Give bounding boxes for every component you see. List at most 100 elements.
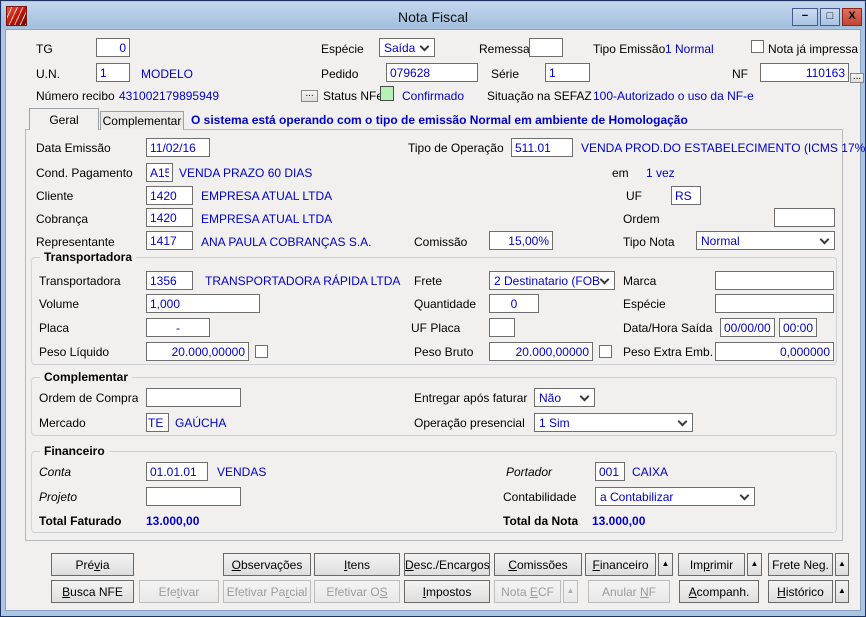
- peso-liquido-checkbox[interactable]: [255, 345, 268, 358]
- historico-button[interactable]: Histórico: [768, 580, 833, 603]
- tipo-operacao-label: Tipo de Operação: [408, 141, 504, 155]
- observacoes-button[interactable]: Observações: [223, 553, 311, 576]
- tab-geral[interactable]: Geral: [29, 108, 99, 130]
- tg-field[interactable]: [96, 38, 130, 57]
- desc-encargos-button[interactable]: Desc./Encargos: [404, 553, 490, 576]
- complementar-group-title: Complementar: [40, 370, 133, 384]
- anular-nf-button[interactable]: Anular NF: [588, 580, 670, 603]
- uf-placa-field[interactable]: [489, 318, 515, 337]
- representante-field[interactable]: [146, 231, 193, 250]
- status-nfe-more-button[interactable]: ...: [301, 89, 318, 102]
- projeto-field[interactable]: [146, 487, 241, 506]
- more-icon: ...: [852, 71, 862, 82]
- marca-field[interactable]: [715, 271, 834, 290]
- entregar-apos-faturar-combo[interactable]: Não: [534, 388, 595, 407]
- peso-bruto-field[interactable]: [489, 342, 593, 361]
- contabilidade-combo[interactable]: a Contabilizar: [595, 487, 755, 506]
- cond-pagamento-field[interactable]: [146, 163, 173, 182]
- nota-ja-impressa-checkbox[interactable]: [751, 40, 764, 53]
- title-bar: Nota Fiscal: [2, 2, 864, 28]
- sefaz-label: Situação na SEFAZ: [487, 89, 592, 103]
- tab-complementar[interactable]: Complementar: [100, 111, 184, 130]
- especie-transp-label: Espécie: [623, 297, 666, 311]
- nota-ecf-menu-button[interactable]: ▲: [563, 580, 578, 603]
- serie-label: Série: [491, 67, 520, 81]
- remessa-field[interactable]: [529, 38, 563, 57]
- imprimir-menu-button[interactable]: ▲: [747, 553, 762, 576]
- mercado-field[interactable]: [146, 413, 169, 432]
- ordem-field[interactable]: [774, 208, 835, 227]
- especie-value: Saída: [384, 41, 416, 55]
- comissao-label: Comissão: [414, 235, 468, 249]
- tipo-operacao-field[interactable]: [511, 138, 573, 157]
- nf-more-button[interactable]: ...: [850, 71, 864, 83]
- transportadora-field[interactable]: [146, 271, 193, 290]
- numero-recibo-label: Número recibo: [36, 89, 115, 103]
- comissao-field[interactable]: [489, 231, 553, 250]
- portador-field[interactable]: [595, 462, 625, 481]
- financeiro-button[interactable]: Financeiro: [585, 553, 656, 576]
- previa-button[interactable]: Prévia: [51, 553, 134, 576]
- cobranca-desc: EMPRESA ATUAL LTDA: [201, 212, 333, 226]
- minimize-button[interactable]: −: [792, 8, 818, 26]
- up-arrow-icon: ▲: [838, 586, 846, 595]
- quantidade-field[interactable]: [489, 294, 539, 313]
- frete-value: 2 Destinatario (FOB: [494, 274, 601, 288]
- un-desc: MODELO: [141, 67, 194, 81]
- conta-desc: VENDAS: [217, 465, 267, 479]
- conta-field[interactable]: [146, 462, 208, 481]
- data-saida-field[interactable]: [720, 318, 775, 337]
- data-hora-saida-label: Data/Hora Saída: [623, 321, 713, 335]
- volume-field[interactable]: [146, 294, 260, 313]
- cond-pagamento-desc: VENDA PRAZO 60 DIAS: [179, 166, 313, 180]
- especie-transp-field[interactable]: [715, 294, 834, 313]
- hora-saida-field[interactable]: [779, 318, 817, 337]
- parcelas-value: 1 vez: [646, 166, 675, 180]
- total-faturado-label: Total Faturado: [39, 514, 122, 528]
- efetivar-os-button[interactable]: Efetivar OS: [314, 580, 400, 603]
- uf-label: UF: [626, 189, 642, 203]
- pedido-field[interactable]: [386, 63, 478, 82]
- data-emissao-field[interactable]: [146, 138, 210, 157]
- peso-extra-field[interactable]: [715, 342, 834, 361]
- cliente-field[interactable]: [146, 186, 193, 205]
- efetivar-parcial-button[interactable]: Efetivar Parcial: [223, 580, 311, 603]
- tipo-nota-combo[interactable]: Normal: [696, 231, 835, 250]
- serie-field[interactable]: [545, 63, 590, 82]
- frete-neg-button[interactable]: Frete Neg.: [768, 553, 833, 576]
- volume-label: Volume: [39, 297, 80, 311]
- nota-ja-impressa-label: Nota já impressa: [768, 42, 859, 56]
- peso-bruto-checkbox[interactable]: [599, 345, 612, 358]
- peso-liquido-field[interactable]: [146, 342, 249, 361]
- transportadora-group-title: Transportadora: [40, 250, 137, 264]
- maximize-button[interactable]: □: [820, 8, 840, 26]
- frete-neg-menu-button[interactable]: ▲: [835, 553, 849, 576]
- peso-extra-label: Peso Extra Emb.: [623, 345, 714, 359]
- cobranca-label: Cobrança: [36, 212, 89, 226]
- efetivar-button[interactable]: Efetivar: [139, 580, 219, 603]
- itens-button[interactable]: Itens: [314, 553, 400, 576]
- cobranca-field[interactable]: [146, 208, 193, 227]
- numero-recibo-value: 431002179895949: [119, 89, 220, 103]
- busca-nfe-button[interactable]: Busca NFE: [51, 580, 134, 603]
- minimize-icon: −: [801, 10, 809, 22]
- acompanh-button[interactable]: Acompanh.: [679, 580, 759, 603]
- frete-combo[interactable]: 2 Destinatario (FOB: [489, 271, 615, 290]
- uf-field[interactable]: [671, 186, 701, 205]
- historico-menu-button[interactable]: ▲: [835, 580, 849, 603]
- financeiro-menu-button[interactable]: ▲: [658, 553, 673, 576]
- especie-combo[interactable]: Saída: [379, 38, 435, 57]
- operacao-presencial-combo[interactable]: 1 Sim: [534, 413, 693, 432]
- ordem-compra-field[interactable]: [146, 388, 241, 407]
- nf-field[interactable]: [760, 63, 849, 82]
- contabilidade-value: a Contabilizar: [600, 490, 674, 504]
- comissoes-button[interactable]: Comissões: [494, 553, 582, 576]
- nota-ecf-button[interactable]: Nota ECF: [494, 580, 561, 603]
- close-button[interactable]: X: [842, 8, 862, 26]
- imprimir-button[interactable]: Imprimir: [678, 553, 745, 576]
- remessa-label: Remessa: [479, 42, 530, 56]
- un-field[interactable]: [96, 63, 130, 82]
- data-emissao-label: Data Emissão: [36, 141, 111, 155]
- impostos-button[interactable]: Impostos: [404, 580, 490, 603]
- placa-field[interactable]: [146, 318, 210, 337]
